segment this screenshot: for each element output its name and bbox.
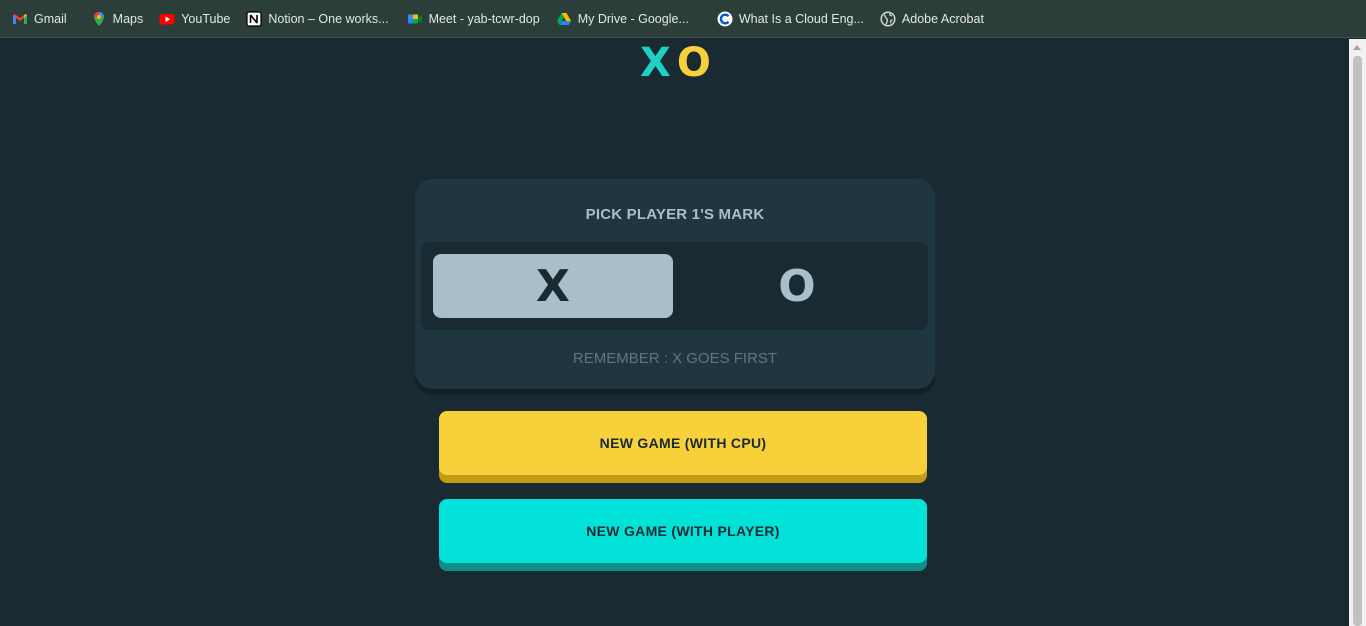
bookmark-maps[interactable]: Maps [85, 6, 150, 32]
notion-icon [246, 10, 262, 27]
bookmark-adobe-acrobat[interactable]: Adobe Acrobat [874, 6, 990, 32]
gmail-icon [12, 11, 28, 27]
maps-icon [91, 11, 107, 27]
bookmark-label: What Is a Cloud Eng... [738, 11, 864, 26]
pick-mark-title: PICK PLAYER 1'S MARK [585, 206, 765, 223]
bookmarks-bar: Gmail Maps YouTube Notion – One works...… [0, 0, 1366, 38]
logo-x: X [640, 40, 673, 86]
scrollbar-thumb[interactable] [1353, 56, 1362, 626]
globe-icon [880, 10, 896, 27]
bookmark-label: My Drive - Google... [577, 11, 689, 26]
vertical-scrollbar[interactable] [1349, 39, 1366, 626]
bookmark-meet[interactable]: Meet - yab-tcwr-dop [401, 6, 546, 32]
game-logo: X O [640, 40, 713, 86]
bookmark-label: Notion – One works... [268, 11, 389, 26]
new-game-player-button[interactable]: NEW GAME (WITH PLAYER) [439, 499, 927, 563]
bookmark-label: YouTube [181, 11, 231, 26]
mark-option-x[interactable]: X [433, 254, 673, 318]
bookmark-label: Maps [112, 11, 144, 26]
mark-toggle: X O [421, 242, 928, 330]
mark-option-o[interactable]: O [677, 254, 917, 318]
bookmark-label: Gmail [34, 11, 67, 26]
bookmark-label: Adobe Acrobat [901, 11, 984, 26]
coursera-icon [717, 11, 733, 27]
bookmark-youtube[interactable]: YouTube [153, 6, 236, 32]
pick-mark-card: PICK PLAYER 1'S MARK X O REMEMBER : X GO… [415, 179, 935, 389]
logo-o: O [676, 40, 713, 86]
pick-mark-hint: REMEMBER : X GOES FIRST [572, 350, 778, 367]
bookmark-cloud-engineer[interactable]: What Is a Cloud Eng... [711, 6, 870, 32]
new-game-cpu-button[interactable]: NEW GAME (WITH CPU) [439, 411, 927, 475]
bookmark-gmail[interactable]: Gmail [6, 6, 73, 32]
scroll-up-arrow-icon[interactable] [1353, 45, 1361, 50]
meet-icon [407, 11, 423, 27]
bookmark-notion[interactable]: Notion – One works... [240, 6, 394, 32]
bookmark-label: Meet - yab-tcwr-dop [428, 11, 540, 26]
bookmark-drive[interactable]: My Drive - Google... [550, 6, 695, 32]
drive-icon [556, 11, 572, 27]
youtube-icon [159, 11, 175, 27]
